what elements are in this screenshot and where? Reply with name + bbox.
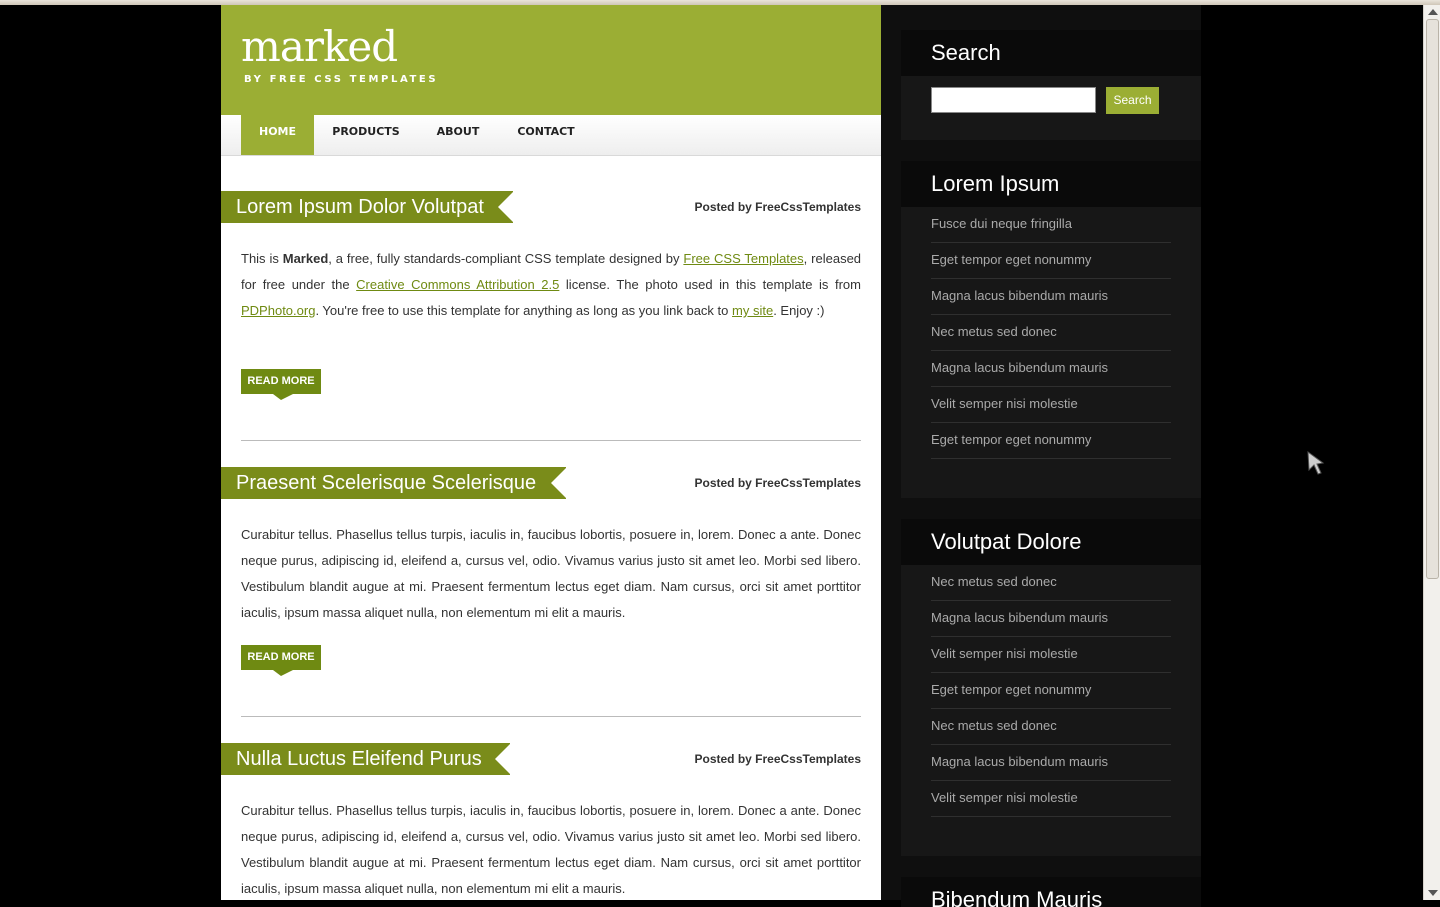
sidebar-link[interactable]: Nec metus sed donec bbox=[931, 565, 1171, 601]
title-notch bbox=[551, 467, 567, 499]
search-button[interactable]: Search bbox=[1106, 87, 1159, 114]
sidebar-link[interactable]: Eget tempor eget nonummy bbox=[931, 243, 1171, 279]
title-notch bbox=[495, 743, 511, 775]
post-title-text: Nulla Luctus Eleifend Purus bbox=[236, 748, 482, 770]
link-pdphoto[interactable]: PDPhoto.org bbox=[241, 303, 315, 318]
post-body: Curabitur tellus. Phasellus tellus turpi… bbox=[241, 527, 861, 620]
sidebar-link[interactable]: Magna lacus bibendum mauris bbox=[931, 351, 1171, 387]
post-divider bbox=[241, 716, 861, 717]
scroll-down-arrow-icon[interactable] bbox=[1428, 890, 1438, 896]
site-logo[interactable]: marked bbox=[241, 23, 398, 71]
read-more-button[interactable]: READ MORE bbox=[241, 645, 321, 676]
scroll-up-arrow-icon[interactable] bbox=[1428, 9, 1438, 15]
vertical-scrollbar[interactable] bbox=[1423, 5, 1440, 900]
read-more-tail bbox=[273, 670, 293, 676]
sidebar-box-title: Lorem Ipsum bbox=[901, 161, 1201, 207]
body-text: , a free, fully standards-compliant CSS … bbox=[328, 251, 684, 266]
link-creative-commons[interactable]: Creative Commons Attribution 2.5 bbox=[356, 277, 559, 292]
read-more-tail bbox=[273, 394, 293, 400]
read-more-button[interactable]: READ MORE bbox=[241, 369, 321, 400]
sidebar-list: Nec metus sed donec Magna lacus bibendum… bbox=[901, 565, 1201, 817]
sidebar-link[interactable]: Nec metus sed donec bbox=[931, 709, 1171, 745]
post-divider bbox=[241, 440, 861, 441]
body-text: This is bbox=[241, 251, 283, 266]
sidebar-box-bibendum-mauris: Bibendum Mauris bbox=[901, 877, 1201, 907]
scrollbar-thumb[interactable] bbox=[1426, 19, 1439, 579]
sidebar-link[interactable]: Velit semper nisi molestie bbox=[931, 387, 1171, 423]
sidebar-link[interactable]: Velit semper nisi molestie bbox=[931, 637, 1171, 673]
sidebar-link[interactable]: Magna lacus bibendum mauris bbox=[931, 279, 1171, 315]
sidebar-box-title: Volutpat Dolore bbox=[901, 519, 1201, 565]
main-content: marked BY FREE CSS TEMPLATES HOME PRODUC… bbox=[221, 5, 881, 900]
post-title-text: Praesent Scelerisque Scelerisque bbox=[236, 472, 537, 494]
title-notch bbox=[498, 191, 514, 223]
read-more-label: READ MORE bbox=[247, 375, 315, 387]
post-byline: Posted by FreeCssTemplates bbox=[694, 752, 861, 766]
sidebar-link[interactable]: Magna lacus bibendum mauris bbox=[931, 601, 1171, 637]
link-free-css-templates[interactable]: Free CSS Templates bbox=[683, 251, 803, 266]
link-my-site[interactable]: my site bbox=[732, 303, 773, 318]
body-text: . Enjoy :) bbox=[773, 303, 825, 318]
search-input[interactable] bbox=[931, 87, 1096, 113]
sidebar-link[interactable]: Nec metus sed donec bbox=[931, 315, 1171, 351]
site-tagline: BY FREE CSS TEMPLATES bbox=[244, 74, 439, 85]
search-title: Search bbox=[901, 30, 1201, 76]
post-title[interactable]: Nulla Luctus Eleifend Purus bbox=[221, 743, 511, 775]
search-box: Search Search bbox=[901, 30, 1201, 140]
body-bold: Marked bbox=[282, 251, 329, 266]
menu-item-products[interactable]: PRODUCTS bbox=[324, 115, 408, 155]
sidebar-link[interactable]: Eget tempor eget nonummy bbox=[931, 423, 1171, 459]
sidebar-link[interactable]: Velit semper nisi molestie bbox=[931, 781, 1171, 817]
menu-item-home[interactable]: HOME bbox=[241, 115, 314, 155]
sidebar-link[interactable]: Eget tempor eget nonummy bbox=[931, 673, 1171, 709]
post-title-text: Lorem Ipsum Dolor Volutpat bbox=[236, 196, 484, 218]
post-byline: Posted by FreeCssTemplates bbox=[694, 200, 861, 214]
sidebar-list: Fusce dui neque fringilla Eget tempor eg… bbox=[901, 207, 1201, 459]
post-body: This is Marked, a free, fully standards-… bbox=[241, 246, 861, 324]
sidebar-link[interactable]: Magna lacus bibendum mauris bbox=[931, 745, 1171, 781]
post-title[interactable]: Praesent Scelerisque Scelerisque bbox=[221, 467, 567, 499]
sidebar-box-volutpat-dolore: Volutpat Dolore Nec metus sed donec Magn… bbox=[901, 519, 1201, 856]
sidebar-box-title: Bibendum Mauris bbox=[901, 877, 1201, 907]
body-text: . You're free to use this template for a… bbox=[315, 303, 733, 318]
menu-item-about[interactable]: ABOUT bbox=[427, 115, 489, 155]
site-header: marked BY FREE CSS TEMPLATES bbox=[221, 5, 881, 115]
main-menu: HOME PRODUCTS ABOUT CONTACT bbox=[221, 115, 881, 156]
post-body: Curabitur tellus. Phasellus tellus turpi… bbox=[241, 803, 861, 896]
mouse-cursor-icon bbox=[1307, 451, 1325, 475]
sidebar-box-lorem-ipsum: Lorem Ipsum Fusce dui neque fringilla Eg… bbox=[901, 161, 1201, 498]
menu-item-contact[interactable]: CONTACT bbox=[510, 115, 582, 155]
sidebar-link[interactable]: Fusce dui neque fringilla bbox=[931, 207, 1171, 243]
body-text: license. The photo used in this template… bbox=[559, 277, 861, 292]
sidebar: Search Search Lorem Ipsum Fusce dui nequ… bbox=[881, 5, 1201, 907]
post-title[interactable]: Lorem Ipsum Dolor Volutpat bbox=[221, 191, 514, 223]
read-more-label: READ MORE bbox=[247, 651, 315, 663]
post-byline: Posted by FreeCssTemplates bbox=[694, 476, 861, 490]
